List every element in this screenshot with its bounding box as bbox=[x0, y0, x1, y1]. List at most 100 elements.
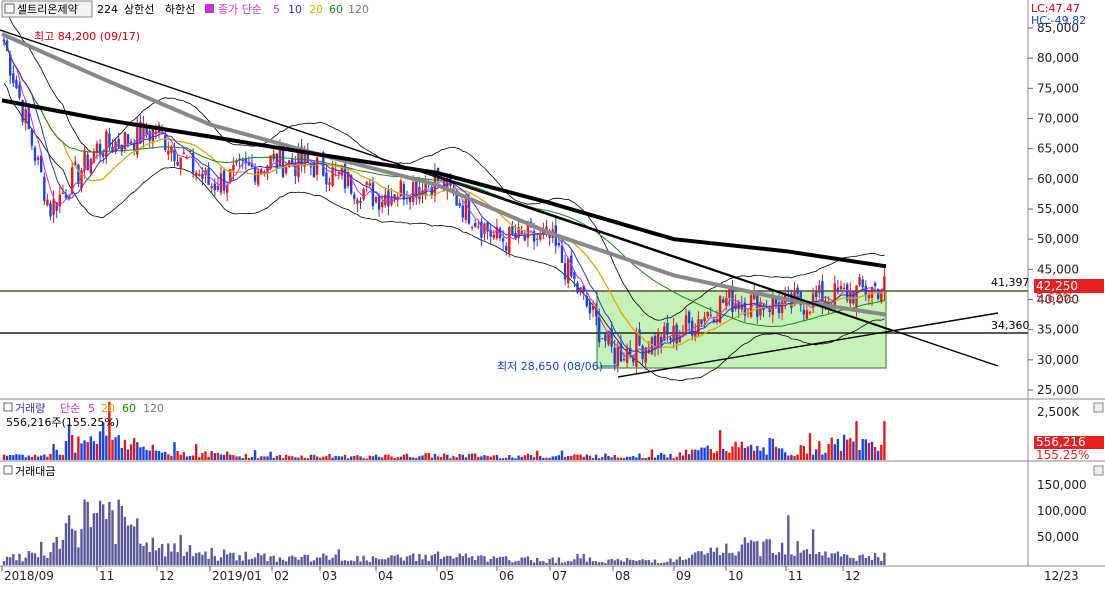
volume-bar bbox=[98, 431, 102, 460]
candle-body bbox=[839, 285, 843, 290]
amount-title: 거래대금 bbox=[15, 465, 55, 478]
volume-bar bbox=[489, 456, 492, 460]
volume-bar bbox=[309, 454, 313, 460]
volume-bar bbox=[71, 434, 74, 460]
amount-bar bbox=[821, 555, 824, 565]
volume-bar bbox=[408, 457, 412, 460]
volume-bar bbox=[288, 456, 291, 460]
amount-bar bbox=[350, 560, 353, 565]
volume-bar bbox=[694, 449, 697, 460]
volume-checkbox[interactable] bbox=[3, 402, 13, 412]
amount-bar bbox=[663, 562, 666, 565]
volume-bar bbox=[706, 445, 709, 460]
price-tick-label: 50,000 bbox=[1037, 232, 1079, 246]
volume-bar bbox=[768, 437, 771, 460]
amount-bar bbox=[322, 553, 325, 565]
volume-bar bbox=[346, 458, 350, 460]
candle-body bbox=[325, 172, 328, 185]
amount-bar bbox=[408, 555, 412, 565]
amount-bar bbox=[811, 529, 815, 565]
volume-bar bbox=[784, 452, 787, 460]
amount-bar bbox=[55, 536, 58, 565]
ma-60: 60 bbox=[329, 3, 343, 16]
amount-bar bbox=[731, 552, 734, 565]
volume-bar bbox=[616, 457, 619, 460]
amount-bar bbox=[604, 563, 607, 565]
amount-bar bbox=[777, 552, 781, 565]
candle-body bbox=[315, 157, 319, 175]
resistance-value: 41,397 bbox=[991, 276, 1030, 289]
volume-bar bbox=[880, 444, 883, 460]
volume-bar bbox=[452, 456, 455, 460]
volume-bar bbox=[591, 458, 595, 460]
amount-bar bbox=[443, 556, 446, 565]
amount-bar bbox=[362, 555, 365, 565]
amount-bar bbox=[89, 527, 92, 565]
amount-bar bbox=[818, 551, 821, 565]
date-tick-label: 03 bbox=[322, 569, 337, 583]
volume-bar bbox=[36, 456, 40, 460]
amount-bar bbox=[27, 550, 30, 565]
amount-bar bbox=[539, 561, 542, 565]
amount-scroll-button[interactable] bbox=[1093, 465, 1104, 476]
amount-bar bbox=[858, 555, 861, 565]
amount-bar bbox=[548, 558, 551, 565]
amount-bar bbox=[458, 553, 461, 565]
amount-bar bbox=[40, 541, 43, 565]
volume-bar bbox=[474, 453, 477, 460]
amount-bar bbox=[526, 556, 530, 565]
amount-bar bbox=[694, 552, 697, 565]
amount-checkbox[interactable] bbox=[3, 465, 13, 475]
ma-20: 20 bbox=[309, 3, 323, 16]
amount-bar bbox=[393, 555, 396, 565]
candle-body bbox=[402, 184, 406, 200]
amount-bar bbox=[505, 556, 508, 565]
amount-bar bbox=[774, 554, 778, 565]
amount-bar bbox=[210, 547, 213, 565]
volume-bar bbox=[656, 455, 660, 460]
amount-bar bbox=[95, 513, 99, 565]
date-tick-label: 11 bbox=[99, 569, 114, 583]
stock-name-checkbox[interactable] bbox=[4, 3, 15, 14]
volume-bar bbox=[250, 457, 254, 460]
volume-bar bbox=[598, 458, 601, 460]
candle-body bbox=[232, 164, 235, 171]
amount-bar bbox=[529, 560, 533, 565]
amount-bar bbox=[204, 551, 207, 565]
amount-bar bbox=[235, 560, 238, 565]
volume-bar bbox=[427, 452, 430, 460]
amount-bar bbox=[511, 562, 514, 565]
amount-bar bbox=[877, 557, 880, 565]
volume-bar bbox=[266, 456, 269, 460]
candle-body bbox=[567, 258, 570, 284]
amount-bar bbox=[222, 549, 226, 565]
amount-bar bbox=[883, 552, 886, 565]
volume-bar bbox=[148, 450, 151, 460]
amount-bar bbox=[787, 515, 790, 565]
amount-bar bbox=[390, 555, 393, 565]
volume-bar bbox=[353, 455, 356, 460]
candle-body bbox=[492, 234, 495, 238]
volume-bar bbox=[371, 456, 375, 460]
amount-bar bbox=[33, 553, 37, 565]
amount-bar bbox=[359, 561, 362, 565]
amount-bar bbox=[799, 552, 802, 565]
amount-bar bbox=[219, 557, 223, 565]
volume-bar bbox=[74, 452, 77, 460]
volume-bar bbox=[687, 454, 691, 460]
candle-body bbox=[855, 285, 858, 308]
volume-bar bbox=[439, 457, 443, 460]
candle-body bbox=[780, 301, 784, 314]
volume-bar bbox=[33, 454, 37, 460]
volume-bar bbox=[539, 455, 542, 460]
candle-body bbox=[241, 159, 244, 162]
volume-scroll-button[interactable] bbox=[1093, 402, 1104, 413]
amount-bar bbox=[545, 562, 548, 565]
candle-body bbox=[802, 309, 805, 315]
amount-bar bbox=[470, 556, 474, 565]
volume-bar bbox=[771, 438, 774, 460]
amount-bar bbox=[467, 557, 471, 565]
volume-bar bbox=[278, 454, 282, 460]
volume-bar bbox=[849, 438, 852, 460]
volume-bar bbox=[585, 454, 588, 460]
